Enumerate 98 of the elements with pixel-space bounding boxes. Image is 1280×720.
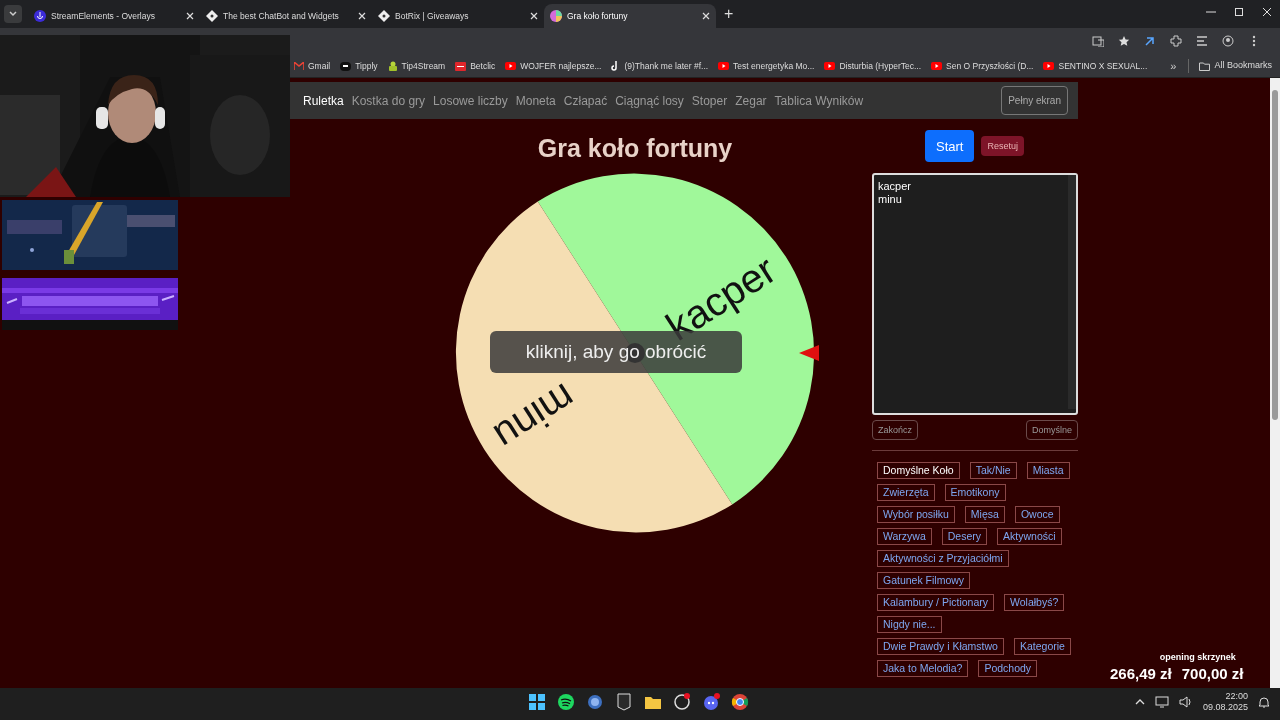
preset-button[interactable]: Mięsa xyxy=(964,506,1005,524)
preset-button[interactable]: Aktywności z Przyjaciółmi xyxy=(877,550,1009,568)
nav-link[interactable]: Kostka do gry xyxy=(351,91,426,110)
fullscreen-button[interactable]: Pełny ekran xyxy=(1001,86,1068,116)
overlay-goal: 700,00 zł xyxy=(1181,664,1244,683)
new-tab-button[interactable]: + xyxy=(724,6,734,22)
bookmarks-overflow-button[interactable]: » xyxy=(1170,57,1177,75)
preset-button[interactable]: Kalambury / Pictionary xyxy=(877,594,995,612)
chat-icon[interactable] xyxy=(701,692,721,713)
spin-hint: kliknij, aby go obrócić xyxy=(490,330,742,373)
entry-action-button[interactable]: Zakończ xyxy=(872,420,918,441)
badge-icon xyxy=(340,61,352,71)
preset-button[interactable]: Kategorie xyxy=(1013,638,1071,656)
star-icon[interactable] xyxy=(1118,35,1130,48)
nav-link[interactable]: Ruletka xyxy=(303,91,344,110)
preset-button[interactable]: Owoce xyxy=(1014,506,1060,524)
preset-button[interactable]: Podchody xyxy=(978,660,1038,678)
bookmark[interactable]: Sen O Przyszłości (D... xyxy=(931,59,1034,73)
clock-date[interactable]: 09.08.2025 xyxy=(1202,702,1248,714)
bookmark[interactable]: Test energetyka Mo... xyxy=(718,59,815,73)
maximize-icon xyxy=(1234,7,1244,17)
close-icon xyxy=(702,12,710,20)
entries-field[interactable]: kacper minu xyxy=(872,173,1078,416)
tab-search-button[interactable] xyxy=(4,5,22,23)
folder-icon xyxy=(1199,61,1211,71)
preset-button[interactable]: Aktywności xyxy=(997,528,1062,546)
windows-icon[interactable] xyxy=(527,692,547,713)
overlay-amount: 266,49 zł xyxy=(1110,664,1172,683)
play-icon xyxy=(1043,62,1055,71)
bookmark[interactable]: Tipply xyxy=(340,59,378,73)
preset-button[interactable]: Wolałbyś? xyxy=(1004,594,1065,612)
circle-logo-icon xyxy=(34,10,46,22)
preset-button[interactable]: Emotikony xyxy=(944,484,1006,502)
nav-link[interactable]: Człapać xyxy=(563,91,608,110)
play-icon xyxy=(824,62,836,71)
bookmark[interactable]: Betclic xyxy=(455,59,496,73)
profile-icon[interactable] xyxy=(1222,35,1234,48)
preset-button[interactable]: Dwie Prawdy i Kłamstwo xyxy=(877,638,1004,656)
nav-link[interactable]: Ciągnąć losy xyxy=(615,91,684,110)
browser-tab[interactable]: Gra koło fortuny xyxy=(544,4,716,28)
chevron-up-icon[interactable] xyxy=(1134,699,1145,706)
nav-link[interactable]: Stoper xyxy=(691,91,728,110)
nav-link[interactable]: Losowe liczby xyxy=(433,91,508,110)
mail-icon xyxy=(294,62,304,71)
preset-button[interactable]: Tak/Nie xyxy=(969,462,1017,480)
bookmark[interactable]: SENTINO X SEXUAL... xyxy=(1043,59,1148,73)
preset-button[interactable]: Wybór posiłku xyxy=(877,506,955,524)
nav-link[interactable]: Zegar xyxy=(735,91,767,110)
all-bookmarks-button[interactable]: All Bookmarks xyxy=(1199,59,1272,73)
preset-button[interactable]: Nigdy nie... xyxy=(877,616,942,634)
flag-icon xyxy=(455,61,467,71)
shield-icon[interactable] xyxy=(614,692,634,713)
preset-button[interactable]: Miasta xyxy=(1026,462,1070,480)
close-icon xyxy=(358,12,366,20)
close-icon xyxy=(530,12,538,20)
monitor-icon[interactable] xyxy=(1154,696,1169,709)
play-icon xyxy=(505,62,517,71)
bookmark[interactable]: WOJFER najlepsze... xyxy=(505,59,602,73)
record-icon[interactable] xyxy=(672,692,692,713)
bookmark[interactable]: Gmail xyxy=(294,59,331,73)
preset-button[interactable]: Jaka to Melodia? xyxy=(877,660,969,678)
chevron-down-icon xyxy=(9,11,17,17)
page-title: Gra koło fortuny xyxy=(537,133,733,165)
browser-tab[interactable]: StreamElements - Overlays xyxy=(28,4,200,28)
close-icon xyxy=(186,12,194,20)
segment-label: minu xyxy=(486,375,584,459)
figure-icon xyxy=(387,61,398,72)
entry-action-button[interactable]: Domyślne xyxy=(1026,420,1078,441)
wheel-icon xyxy=(550,10,562,22)
start-button[interactable]: Start xyxy=(925,130,975,163)
overlay-title: opening skrzynek xyxy=(1159,651,1236,664)
preset-button[interactable]: Desery xyxy=(941,528,988,546)
diamond-icon xyxy=(378,10,390,22)
pointer-icon xyxy=(799,344,819,361)
bookmark[interactable]: (9)Thank me later #f... xyxy=(611,59,709,73)
browser-tab[interactable]: The best ChatBot and Widgets xyxy=(200,4,372,28)
browser-tab[interactable]: BotRix | Giveaways xyxy=(372,4,544,28)
preset-button[interactable]: Zwierzęta xyxy=(877,484,935,502)
browser-icon[interactable] xyxy=(730,692,750,713)
play-icon xyxy=(718,62,730,71)
bookmark[interactable]: Disturbia (HyperTec... xyxy=(824,59,922,73)
bookmark[interactable]: Tip4Stream xyxy=(387,59,446,73)
preset-button[interactable]: Gatunek Filmowy xyxy=(877,572,971,590)
play-icon xyxy=(931,62,943,71)
clock-time[interactable]: 22:00 xyxy=(1225,691,1248,703)
music-icon[interactable] xyxy=(556,692,576,713)
preset-button[interactable]: Domyślne Koło xyxy=(877,462,960,480)
preset-button[interactable]: Warzywa xyxy=(877,528,932,546)
diamond-icon xyxy=(206,10,218,22)
bell-icon[interactable] xyxy=(1258,695,1270,709)
nav-link[interactable]: Moneta xyxy=(515,91,556,110)
close-icon xyxy=(1262,7,1272,17)
reset-button[interactable]: Resetuj xyxy=(981,136,1024,157)
nav-link[interactable]: Tablica Wyników xyxy=(774,91,864,110)
translate-icon[interactable] xyxy=(1092,35,1104,48)
scrollbar[interactable] xyxy=(1270,78,1280,689)
volume-icon[interactable] xyxy=(1178,696,1193,709)
playlist-icon[interactable] xyxy=(1196,35,1208,48)
